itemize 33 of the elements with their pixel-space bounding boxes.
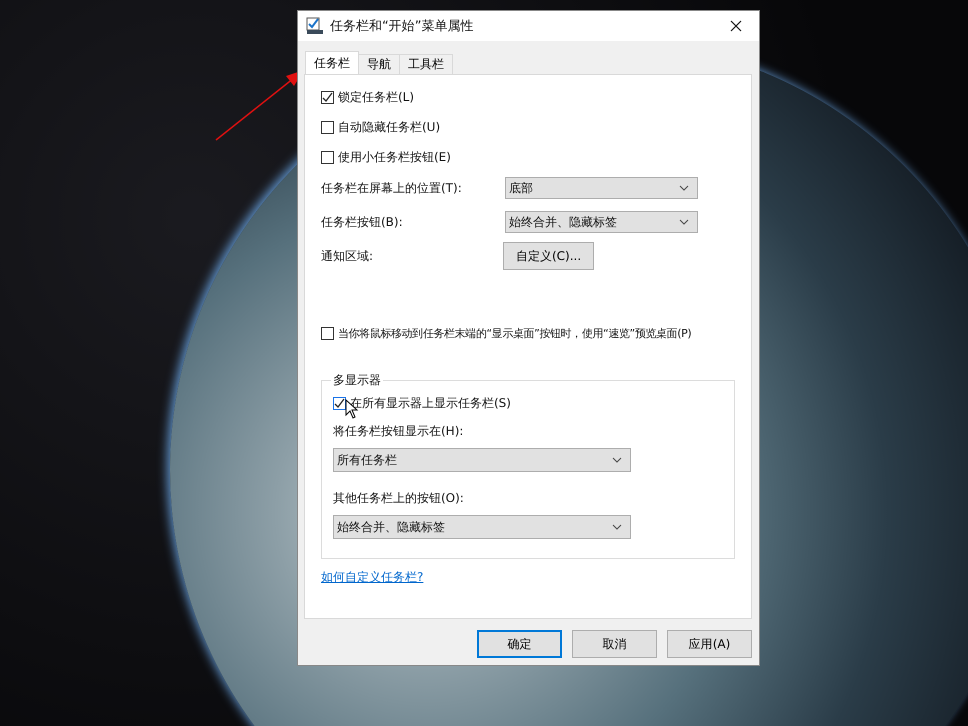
- chevron-icon: [679, 185, 689, 191]
- checkbox[interactable]: [321, 326, 334, 340]
- field-label: 将任务栏按钮显示在(H):: [333, 423, 464, 440]
- dropdown[interactable]: 底部: [505, 177, 698, 199]
- checkbox-label: 自动隐藏任务栏(U): [338, 118, 440, 136]
- setting-label: 通知区域:: [321, 248, 374, 264]
- dialog-button[interactable]: 应用(A): [667, 630, 752, 658]
- customize-button[interactable]: 自定义(C)...: [503, 242, 594, 270]
- checkbox-label: 当你将鼠标移动到任务栏末端的“显示桌面”按钮时，使用“速览”预览桌面(P): [338, 326, 692, 340]
- dialog-button[interactable]: 取消: [572, 630, 657, 658]
- checkbox-label: 锁定任务栏(L): [338, 88, 414, 106]
- setting-label: 任务栏按钮(B):: [321, 214, 404, 230]
- checkbox[interactable]: [321, 120, 334, 134]
- chevron-icon: [679, 219, 689, 225]
- window-title: 任务栏和“开始”菜单属性: [330, 18, 474, 35]
- help-link[interactable]: 如何自定义任务栏?: [321, 569, 424, 586]
- field-label: 其他任务栏上的按钮(O):: [333, 490, 465, 507]
- checkbox[interactable]: [333, 396, 346, 410]
- group-title: 多显示器: [332, 372, 382, 389]
- setting-label: 任务栏在屏幕上的位置(T):: [321, 180, 463, 196]
- close-icon: [730, 20, 742, 32]
- checkbox-label: 使用小任务栏按钮(E): [338, 148, 451, 166]
- dropdown[interactable]: 始终合并、隐藏标签: [505, 211, 698, 233]
- dialog-button[interactable]: 确定: [477, 630, 562, 658]
- chevron-icon: [612, 524, 622, 530]
- chevron-icon: [612, 457, 622, 463]
- tab[interactable]: 工具栏: [399, 54, 453, 74]
- dropdown[interactable]: 所有任务栏: [333, 448, 631, 472]
- dropdown[interactable]: 始终合并、隐藏标签: [333, 515, 631, 539]
- checkbox[interactable]: [321, 90, 334, 104]
- checkbox[interactable]: [321, 150, 334, 164]
- app-icon: [306, 17, 324, 35]
- tab[interactable]: 任务栏: [305, 51, 359, 74]
